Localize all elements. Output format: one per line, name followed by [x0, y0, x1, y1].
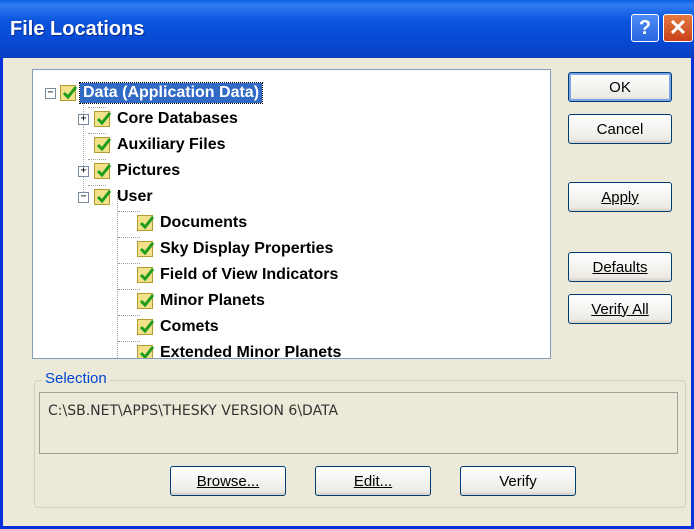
selection-group-label: Selection	[42, 370, 110, 387]
expand-toggle-pictures[interactable]: +	[78, 166, 89, 177]
selected-path-field: C:\SB.NET\APPS\THESKY VERSION 6\DATA	[39, 392, 678, 454]
tree-node-label: User	[117, 188, 153, 205]
tree-node-documents[interactable]: Documents	[137, 211, 250, 235]
browse-button[interactable]: Browse...	[170, 466, 286, 496]
checked-folder-icon	[94, 163, 112, 179]
checked-folder-icon	[94, 189, 112, 205]
tree-node-sky-display-properties[interactable]: Sky Display Properties	[137, 237, 336, 261]
tree-node-label: Comets	[160, 318, 219, 335]
tree-node-minor-planets[interactable]: Minor Planets	[137, 289, 268, 313]
checked-folder-icon	[137, 319, 155, 335]
expand-toggle-core-databases[interactable]: +	[78, 114, 89, 125]
tree-node-label: Extended Minor Planets	[160, 344, 342, 359]
collapse-toggle-data[interactable]: −	[45, 88, 56, 99]
tree-node-comets[interactable]: Comets	[137, 315, 222, 339]
checked-folder-icon	[94, 111, 112, 127]
tree-node-auxiliary-files[interactable]: Auxiliary Files	[94, 133, 229, 157]
tree-node-label: Data (Application Data)	[78, 82, 264, 104]
checked-folder-icon	[137, 215, 155, 231]
apply-button[interactable]: Apply	[568, 182, 672, 212]
help-button[interactable]: ?	[631, 14, 659, 42]
title-bar[interactable]: File Locations ? ✕	[0, 0, 694, 58]
edit-button[interactable]: Edit...	[315, 466, 431, 496]
collapse-toggle-user[interactable]: −	[78, 192, 89, 203]
ok-button[interactable]: OK	[568, 72, 672, 102]
checked-folder-icon	[137, 293, 155, 309]
checked-folder-icon	[94, 137, 112, 153]
tree-node-label: Pictures	[117, 162, 181, 179]
verify-button[interactable]: Verify	[460, 466, 576, 496]
tree-node-pictures[interactable]: Pictures	[94, 159, 183, 183]
cancel-button[interactable]: Cancel	[568, 114, 672, 144]
tree-node-data[interactable]: Data (Application Data)	[60, 81, 264, 105]
checked-folder-icon	[137, 241, 155, 257]
tree-node-label: Auxiliary Files	[117, 136, 226, 153]
tree-node-label: Sky Display Properties	[160, 240, 334, 257]
tree-node-core-databases[interactable]: Core Databases	[94, 107, 241, 131]
tree-node-label: Minor Planets	[160, 292, 265, 309]
verify-all-button[interactable]: Verify All	[568, 294, 672, 324]
tree-node-field-of-view-indicators[interactable]: Field of View Indicators	[137, 263, 341, 287]
checked-folder-icon	[60, 85, 78, 101]
tree-node-user[interactable]: User	[94, 185, 156, 209]
tree-node-label: Field of View Indicators	[160, 266, 339, 283]
tree-content: − + + − Data (Application Data) Core Dat…	[33, 70, 533, 359]
defaults-button[interactable]: Defaults	[568, 252, 672, 282]
file-locations-window: File Locations ? ✕ − + + − Data (Applica…	[0, 0, 694, 529]
checked-folder-icon	[137, 267, 155, 283]
tree-node-extended-minor-planets[interactable]: Extended Minor Planets	[137, 341, 344, 359]
tree-node-label: Core Databases	[117, 110, 238, 127]
folder-tree[interactable]: − + + − Data (Application Data) Core Dat…	[32, 69, 551, 359]
tree-node-label: Documents	[160, 214, 248, 231]
window-title: File Locations	[10, 18, 145, 40]
checked-folder-icon	[137, 345, 155, 358]
close-button[interactable]: ✕	[663, 14, 693, 42]
